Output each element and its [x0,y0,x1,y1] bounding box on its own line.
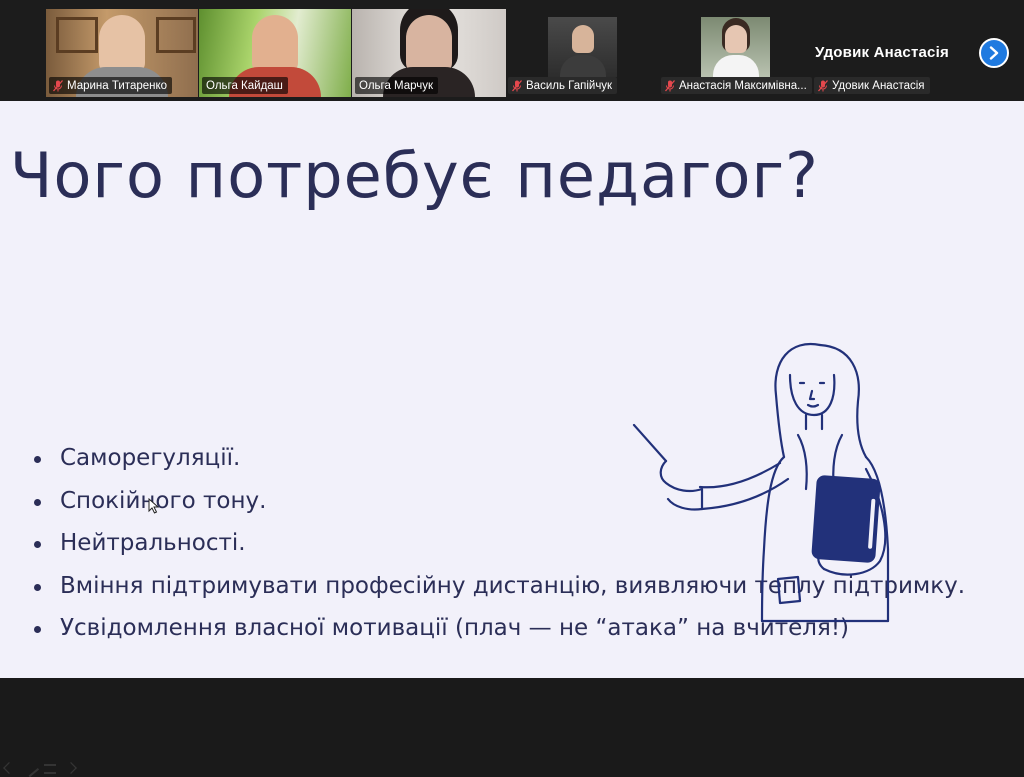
slide-toolbar [2,758,78,777]
shared-slide: Чого потребує педагог? Саморегуляції. Сп… [0,101,1024,777]
prev-slide-icon[interactable] [3,762,15,774]
chevron-right-icon [989,46,999,60]
participant-name-chip: Анастасія Максимівна... [661,77,812,94]
mic-off-icon [665,79,675,91]
participant-name: Удовик Анастасія [832,79,925,92]
participant-name-chip: Марина Титаренко [49,77,173,94]
teacher-illustration [632,342,890,623]
participant-name: Василь Гапійчук [526,79,613,92]
participant-tile[interactable] [548,17,617,77]
participant-name-chip: Удовик Анастасія [814,77,930,94]
participant-tile[interactable] [701,17,770,77]
mic-off-icon [818,79,828,91]
next-slide-icon[interactable] [65,762,77,774]
participant-tile[interactable]: Марина Титаренко [46,9,198,97]
participants-bar: Марина Титаренко Ольга Кайдаш Ольга Марч… [0,0,1024,101]
participant-name: Ольга Марчук [359,79,434,92]
mic-off-icon [53,79,63,91]
participant-name-chip: Ольга Кайдаш [202,77,288,94]
participant-name: Анастасія Максимівна... [679,79,807,92]
mouse-pointer-icon [148,498,160,514]
participant-tile[interactable]: Ольга Кайдаш [199,9,351,97]
participant-name: Ольга Кайдаш [206,79,283,92]
participant-name-chip: Василь Гапійчук [508,77,618,94]
participant-name-chip: Ольга Марчук [355,77,439,94]
participant-tile-active[interactable]: Ольга Марчук [352,9,506,97]
slide-title: Чого потребує педагог? [10,139,819,212]
pen-icon[interactable] [20,758,40,777]
menu-icon[interactable] [44,764,56,774]
mic-off-icon [512,79,522,91]
current-speaker-name: Удовик Анастасія [815,44,949,61]
next-participants-button[interactable] [979,38,1009,68]
participant-name: Марина Титаренко [67,79,168,92]
